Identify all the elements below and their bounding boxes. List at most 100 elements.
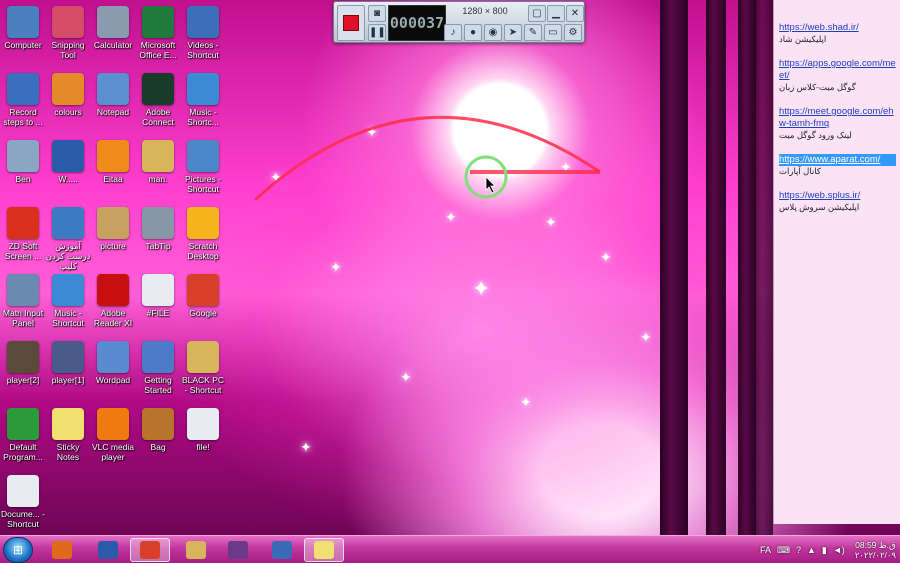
stop-record-icon (343, 15, 359, 31)
keyboard-icon[interactable]: ⌨ (777, 545, 790, 556)
desktop-icon-area: Computer Snipping Tool Calculator Microsoft… (0, 0, 230, 535)
desktop-icon-label: BLACK PC - Shortcut (181, 375, 225, 395)
desktop-icon[interactable]: Math Input Panel (0, 270, 46, 328)
desktop-icon[interactable]: Scratch Desktop (180, 203, 226, 261)
show-hidden-icons-icon[interactable]: ▲ (807, 545, 816, 555)
desktop-icon-label: Docume... - Shortcut (1, 509, 45, 529)
video-icon (187, 6, 219, 38)
desktop-icon[interactable]: Sticky Notes (45, 404, 91, 462)
window-mode-button[interactable]: ▢ (528, 5, 546, 22)
help-icon[interactable]: ? (796, 545, 801, 555)
taskbar: ⊞ FA ⌨ ? ▲ ▮ ◄) ق.ظ 08:59 ۲۰۲۲/۰۲/۰۹ (0, 535, 900, 563)
start-button[interactable]: ⊞ (3, 537, 33, 563)
desktop-icon[interactable]: Docume... - Shortcut (0, 471, 46, 529)
desktop-icon[interactable]: BLACK PC - Shortcut (180, 337, 226, 395)
taskbar-app-button[interactable] (218, 538, 258, 562)
open-folder-button[interactable]: ▭ (544, 24, 562, 41)
paint-icon (52, 73, 84, 105)
note-link[interactable]: https://meet.google.com/ehw-tamh-fmq (779, 106, 896, 130)
note-link[interactable]: https://web.shad.ir/ (779, 22, 896, 34)
desktop-icon[interactable]: Bag (135, 404, 181, 452)
desktop-icon[interactable]: file! (180, 404, 226, 452)
clock[interactable]: ق.ظ 08:59 ۲۰۲۲/۰۲/۰۹ (855, 540, 896, 560)
desktop-icon[interactable]: Eitaa (90, 136, 136, 184)
desktop-icon[interactable]: Getting Started (135, 337, 181, 395)
desktop-icon[interactable]: player[2] (0, 337, 46, 385)
camera-icon: ◙ (373, 8, 381, 19)
record-steps-icon (7, 73, 39, 105)
desktop-icon[interactable]: Calculator (90, 2, 136, 50)
desktop-icon[interactable]: colours (45, 69, 91, 117)
desktop-icon[interactable]: TabTip (135, 203, 181, 251)
desktop-icon[interactable]: VLC media player (90, 404, 136, 462)
desktop-icon[interactable]: Computer (0, 2, 46, 50)
desktop-icon[interactable]: Google (180, 270, 226, 318)
desktop-icon[interactable]: Pictures - Shortcut (180, 136, 226, 194)
pencil-icon: ✎ (528, 27, 538, 38)
bag-icon (142, 408, 174, 440)
desktop-icon[interactable]: Ben (0, 136, 46, 184)
taskbar-app-button[interactable] (176, 538, 216, 562)
cursor-button[interactable]: ➤ (504, 24, 522, 41)
note-link[interactable]: https://www.aparat.com/ (779, 154, 896, 166)
desktop-icon[interactable]: Snipping Tool (45, 2, 91, 60)
language-indicator[interactable]: FA (760, 545, 771, 555)
note-link-description: اپلیکیشن سروش پلاس (779, 202, 860, 212)
recycle-bin-icon (7, 140, 39, 172)
desktop-icon[interactable]: Default Program... (0, 404, 46, 462)
desktop-icon[interactable]: Record steps to ... (0, 69, 46, 127)
minimize-button[interactable]: ▁ (547, 5, 565, 22)
desktop-icon[interactable]: picture (90, 203, 136, 251)
system-tray: FA ⌨ ? ▲ ▮ ◄) ق.ظ 08:59 ۲۰۲۲/۰۲/۰۹ (754, 536, 896, 563)
calculator-icon (97, 6, 129, 38)
network-icon[interactable]: ▮ (822, 545, 827, 556)
desktop-icon[interactable]: Wordpad (90, 337, 136, 385)
taskbar-app-button[interactable] (130, 538, 170, 562)
screenshot-button[interactable]: ◙ (368, 5, 386, 22)
sticky-note-panel[interactable]: https://web.shad.ir/اپلیکیشن شاد https://… (773, 0, 900, 524)
microphone-button[interactable]: ● (464, 24, 482, 41)
desktop-icon-label: W..... (58, 174, 78, 184)
desktop-icon-label: Snipping Tool (51, 40, 85, 60)
desktop-icon[interactable]: آموزش درست کردن کلیپ (45, 203, 91, 271)
scissors-icon (52, 6, 84, 38)
desktop-icon[interactable]: Notepad (90, 69, 136, 117)
note-link-description: لینک ورود گوگل میت (779, 130, 852, 140)
desktop-icon[interactable]: player[1] (45, 337, 91, 385)
close-button[interactable]: ✕ (566, 5, 584, 22)
taskbar-app-button[interactable] (304, 538, 344, 562)
note-link[interactable]: https://web.splus.ir/ (779, 190, 896, 202)
microphone-icon: ● (469, 27, 477, 38)
film-icon (7, 341, 39, 373)
desktop-icon[interactable]: man. (135, 136, 181, 184)
window-icon: ▢ (532, 8, 542, 19)
notepad-icon (97, 73, 129, 105)
speaker-button[interactable]: ♪ (444, 24, 462, 41)
desktop-icon[interactable]: Microsoft Office E... (135, 2, 181, 60)
desktop-icon-label: Adobe Reader XI (93, 308, 133, 328)
pen-icon (142, 207, 174, 239)
desktop-icon[interactable]: Adobe Reader XI (90, 270, 136, 328)
desktop-icon[interactable]: Videos - Shortcut (180, 2, 226, 60)
desktop-icon[interactable]: #FILE (135, 270, 181, 318)
desktop-icon-label: Record steps to ... (3, 107, 43, 127)
taskbar-app-button[interactable] (262, 538, 302, 562)
draw-button[interactable]: ✎ (524, 24, 542, 41)
desktop-icon[interactable]: Music - Shortc... (180, 69, 226, 127)
webcam-button[interactable]: ◉ (484, 24, 502, 41)
taskbar-app-button[interactable] (42, 538, 82, 562)
desktop-icon[interactable]: Music - Shortcut (45, 270, 91, 328)
taskbar-app-button[interactable] (88, 538, 128, 562)
note-link[interactable]: https://apps.google.com/meet/ (779, 58, 896, 82)
desktop-icon-label: Pictures - Shortcut (185, 174, 221, 194)
desktop-icon-label: player[1] (51, 375, 85, 385)
pause-button[interactable]: ❚❚ (368, 24, 386, 41)
desktop-icon[interactable]: Adobe Connect (135, 69, 181, 127)
settings-button[interactable]: ⚙ (564, 24, 582, 41)
desktop-icon[interactable]: W..... (45, 136, 91, 184)
desktop-icon-label: Eitaa (103, 174, 123, 184)
stop-record-button[interactable] (337, 5, 365, 41)
webcam-icon: ◉ (488, 27, 498, 38)
desktop-icon[interactable]: ZD Soft Screen ... (0, 203, 46, 261)
volume-icon[interactable]: ◄) (833, 545, 845, 555)
